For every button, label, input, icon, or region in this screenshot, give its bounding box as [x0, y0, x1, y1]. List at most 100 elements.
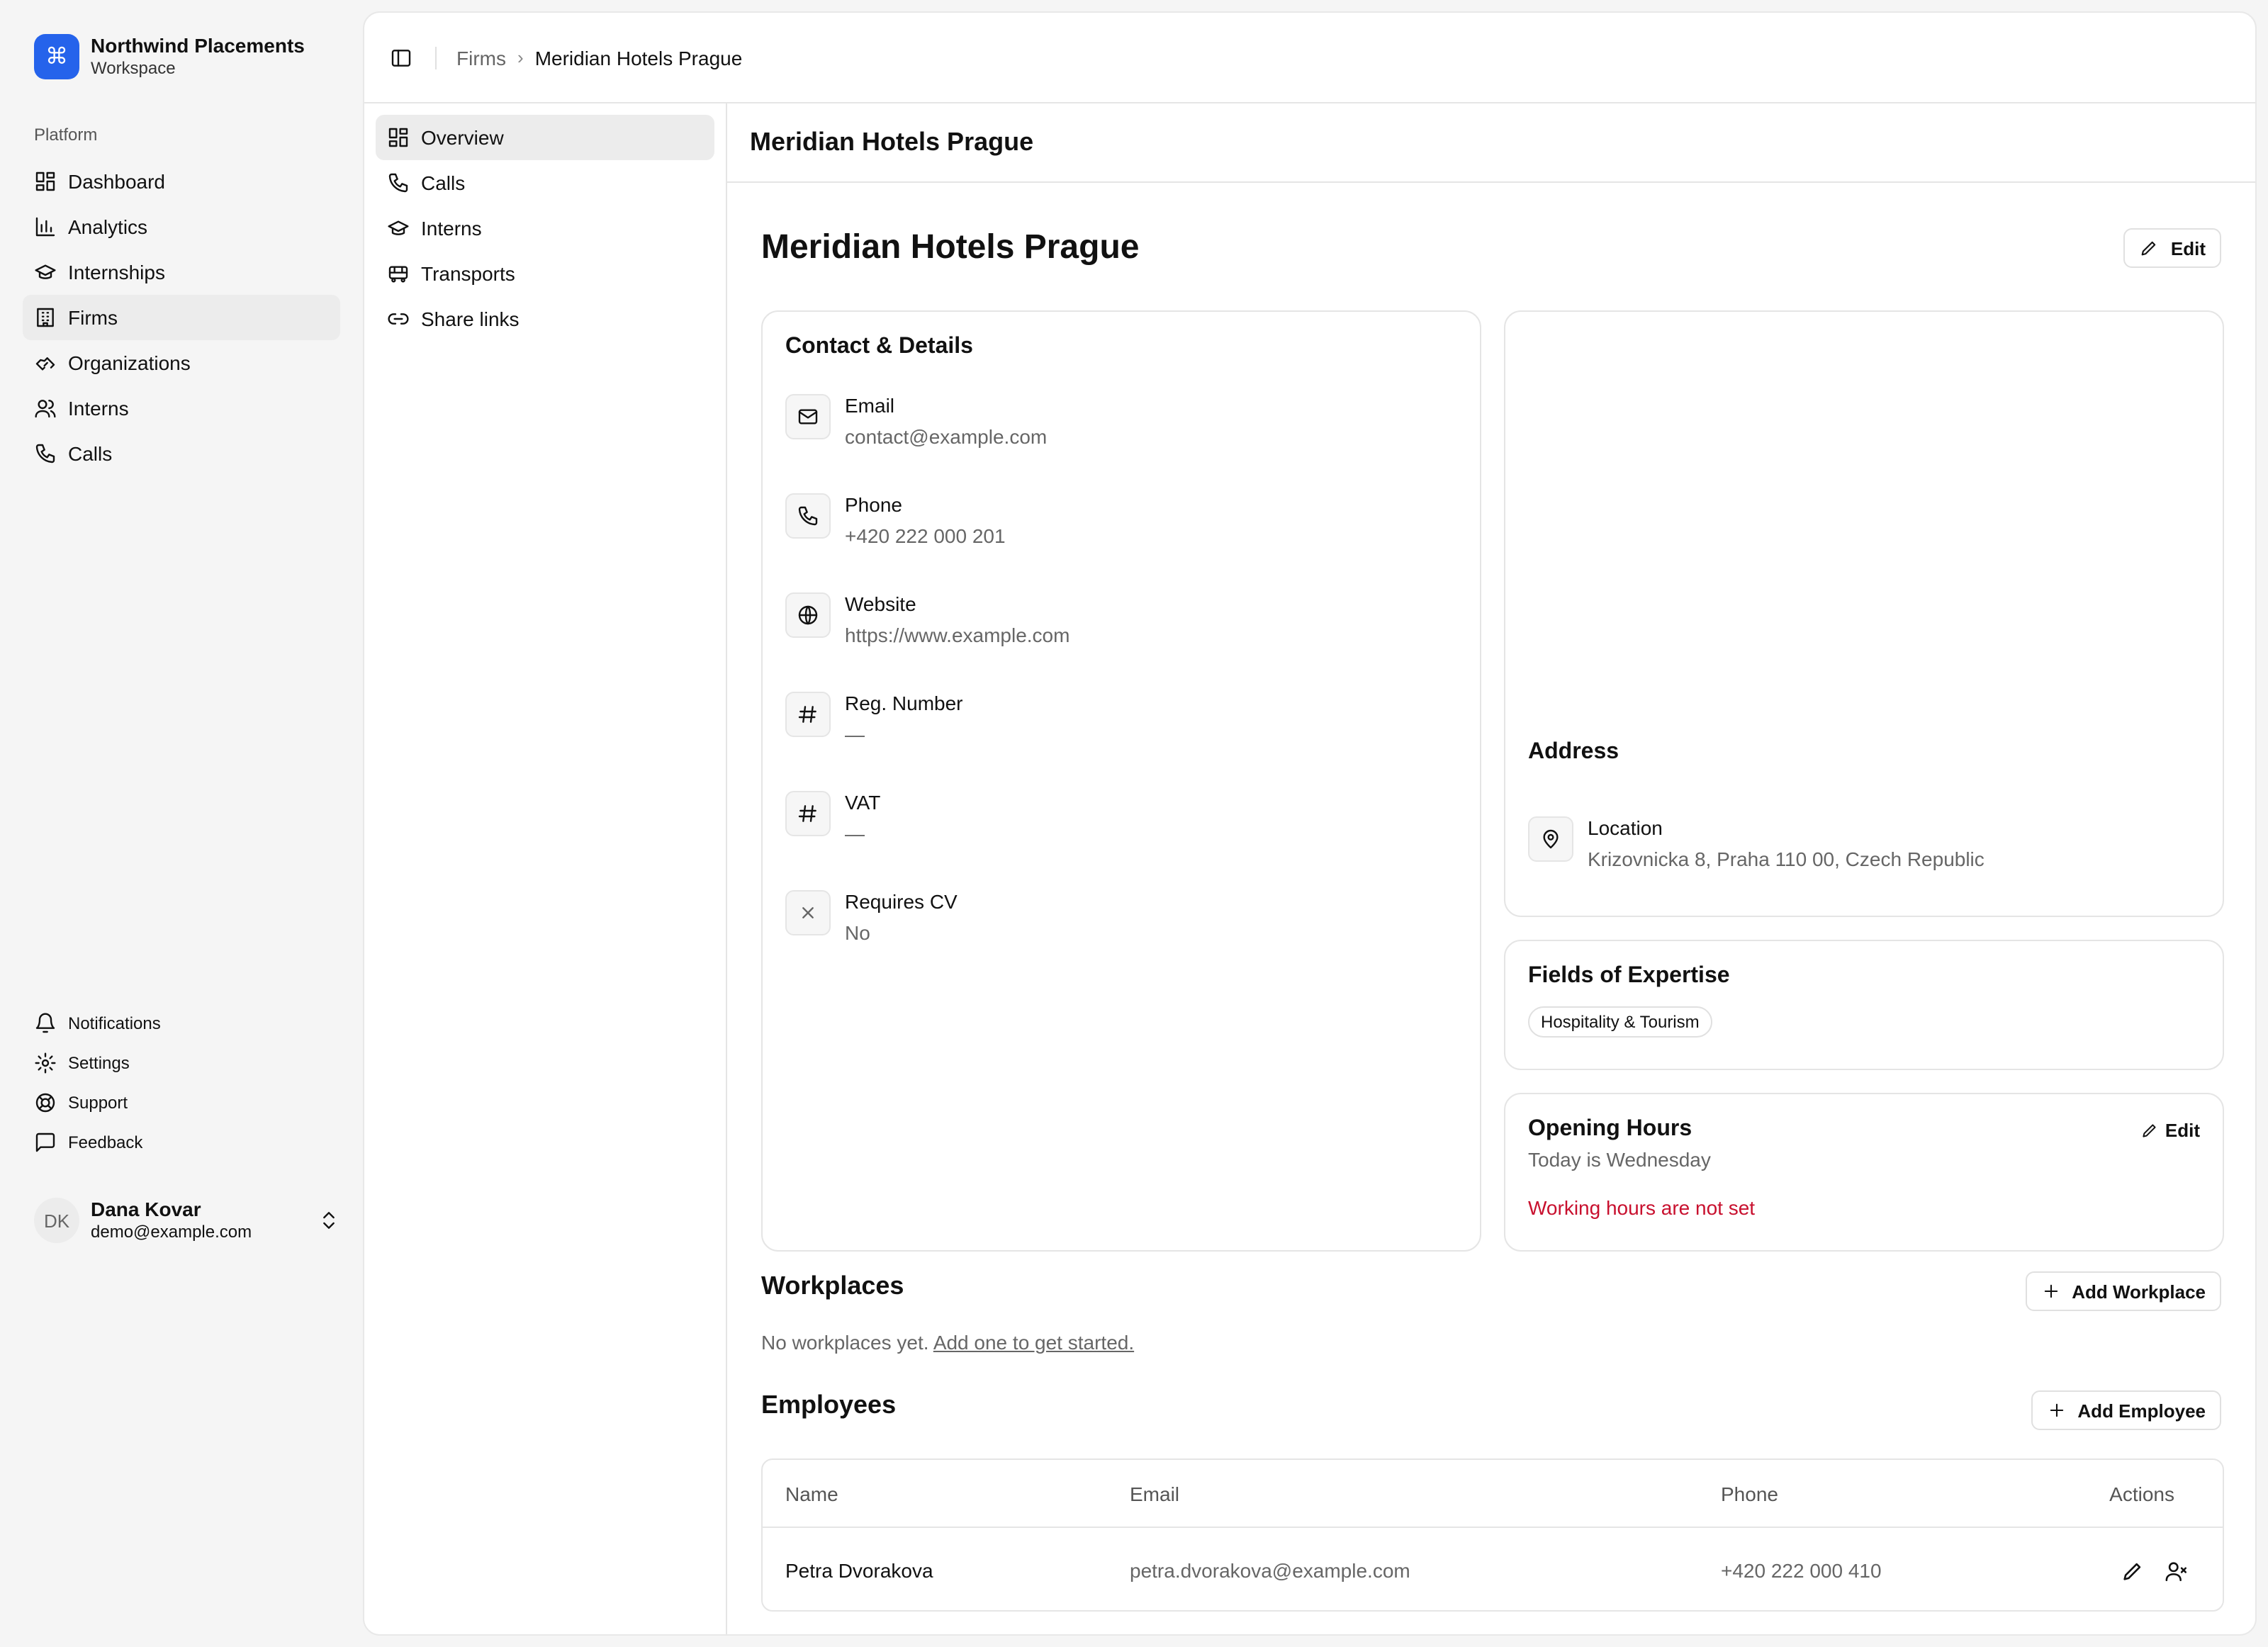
sidebar-item-notifications[interactable]: Notifications — [23, 1004, 340, 1043]
edit-firm-button[interactable]: Edit — [2124, 228, 2221, 268]
sidebar-item-feedback[interactable]: Feedback — [23, 1123, 340, 1162]
opening-hours-card: Opening Hours Today is Wednesday Working… — [1504, 1093, 2224, 1252]
detail-label: Email — [845, 391, 1047, 420]
layout-dashboard-icon — [387, 126, 410, 149]
edit-hours-button[interactable]: Edit — [2141, 1120, 2200, 1141]
sidebar-item-organizations[interactable]: Organizations — [23, 340, 340, 386]
tab-overview[interactable]: Overview — [376, 115, 714, 160]
sidebar-item-analytics[interactable]: Analytics — [23, 204, 340, 249]
sidebar-item-settings[interactable]: Settings — [23, 1043, 340, 1083]
detail-label: VAT — [845, 788, 880, 816]
phone-icon — [387, 172, 410, 194]
column-header: Name — [785, 1482, 1130, 1505]
secondary-nav: Notifications Settings Support Feedback — [23, 1004, 340, 1162]
sidebar-item-label: Calls — [68, 442, 112, 465]
building-icon — [34, 306, 57, 329]
hours-subtitle: Today is Wednesday — [1528, 1148, 2200, 1171]
graduation-cap-icon — [34, 261, 57, 283]
workspace-switcher[interactable]: ⌘ Northwind Placements Workspace — [34, 34, 305, 79]
gear-icon — [34, 1052, 57, 1074]
tab-calls[interactable]: Calls — [376, 160, 714, 206]
user-name: Dana Kovar — [91, 1198, 252, 1220]
column-header: Phone — [1721, 1482, 2089, 1505]
add-employee-button[interactable]: Add Employee — [2031, 1390, 2221, 1430]
detail-value: Krizovnicka 8, Praha 110 00, Czech Repub… — [1588, 842, 1984, 876]
plus-icon — [2046, 1400, 2066, 1420]
table-header: Name Email Phone Actions — [763, 1460, 2223, 1528]
main-panel: Firms › Meridian Hotels Prague Overview … — [363, 11, 2257, 1636]
graduation-cap-icon — [387, 217, 410, 240]
brand-logo-icon: ⌘ — [34, 34, 79, 79]
card-title: Address — [1528, 740, 1619, 765]
employee-phone: +420 222 000 410 — [1721, 1559, 2089, 1582]
sidebar-item-label: Internships — [68, 261, 165, 283]
button-label: Add Employee — [2077, 1400, 2206, 1421]
detail-requires-cv: Requires CVNo — [785, 887, 1457, 950]
sidebar-item-label: Settings — [68, 1053, 130, 1073]
pencil-icon — [2141, 1121, 2160, 1140]
breadcrumb-current: Meridian Hotels Prague — [535, 46, 743, 69]
address-card: Address LocationKrizovnicka 8, Praha 110… — [1504, 310, 2224, 917]
pencil-icon — [2140, 238, 2160, 258]
tab-label: Overview — [421, 126, 504, 149]
link-icon — [387, 308, 410, 330]
plus-icon — [2040, 1281, 2060, 1301]
breadcrumb-parent[interactable]: Firms — [456, 46, 506, 69]
avatar: DK — [34, 1198, 79, 1243]
detail-value: contact@example.com — [845, 420, 1047, 454]
overview-content: Meridian Hotels Prague Meridian Hotels P… — [727, 103, 2255, 1634]
breadcrumb: Firms › Meridian Hotels Prague — [456, 46, 742, 69]
message-square-icon — [34, 1131, 57, 1154]
sidebar-item-label: Interns — [68, 397, 129, 420]
sidebar-item-label: Dashboard — [68, 170, 165, 193]
sidebar-item-calls[interactable]: Calls — [23, 431, 340, 476]
sidebar-item-dashboard[interactable]: Dashboard — [23, 159, 340, 204]
expertise-card: Fields of Expertise Hospitality & Touris… — [1504, 940, 2224, 1070]
sidebar-item-label: Organizations — [68, 352, 191, 374]
add-workplace-button[interactable]: Add Workplace — [2025, 1271, 2221, 1311]
detail-value: — — [845, 717, 963, 751]
card-title: Fields of Expertise — [1528, 964, 2200, 989]
bar-chart-icon — [34, 215, 57, 238]
primary-nav: Dashboard Analytics Internships Firms Or… — [23, 159, 340, 476]
hash-icon — [797, 703, 819, 726]
user-email: demo@example.com — [91, 1220, 252, 1243]
divider — [435, 46, 437, 69]
tab-share-links[interactable]: Share links — [376, 296, 714, 342]
hash-icon — [797, 802, 819, 825]
employee-name: Petra Dvorakova — [785, 1559, 1130, 1582]
phone-icon — [34, 442, 57, 465]
x-icon — [797, 901, 819, 924]
sidebar-item-support[interactable]: Support — [23, 1083, 340, 1123]
bell-icon — [34, 1012, 57, 1035]
column-header: Actions — [2089, 1482, 2200, 1505]
detail-label: Requires CV — [845, 887, 958, 916]
mail-icon — [797, 405, 819, 428]
card-title: Opening Hours — [1528, 1117, 2200, 1142]
edit-employee-pencil-icon[interactable] — [2121, 1558, 2145, 1583]
row-actions — [2089, 1558, 2200, 1583]
detail-label: Phone — [845, 490, 1006, 519]
tab-label: Calls — [421, 172, 465, 194]
brand-title: Northwind Placements — [91, 34, 305, 57]
add-workplace-link[interactable]: Add one to get started. — [933, 1331, 1134, 1354]
remove-user-icon[interactable] — [2165, 1558, 2189, 1583]
sidebar-item-interns[interactable]: Interns — [23, 386, 340, 431]
sidebar-item-internships[interactable]: Internships — [23, 249, 340, 295]
chevron-right-icon: › — [517, 47, 524, 68]
employees-title: Employees — [761, 1390, 896, 1420]
user-menu[interactable]: DK Dana Kovar demo@example.com — [34, 1196, 340, 1244]
sidebar-toggle-icon[interactable] — [390, 46, 412, 69]
sidebar-item-label: Support — [68, 1093, 128, 1113]
tab-interns[interactable]: Interns — [376, 206, 714, 251]
edit-label: Edit — [2171, 237, 2206, 259]
card-title: Contact & Details — [785, 335, 1457, 360]
sidebar-item-firms[interactable]: Firms — [23, 295, 340, 340]
detail-value: https://www.example.com — [845, 618, 1070, 652]
tab-transports[interactable]: Transports — [376, 251, 714, 296]
nav-group-label: Platform — [34, 125, 97, 145]
empty-text: No workplaces yet. — [761, 1331, 929, 1354]
content-header: Meridian Hotels Prague — [727, 103, 2255, 183]
detail-value: +420 222 000 201 — [845, 519, 1006, 553]
detail-vat: VAT— — [785, 788, 1457, 850]
